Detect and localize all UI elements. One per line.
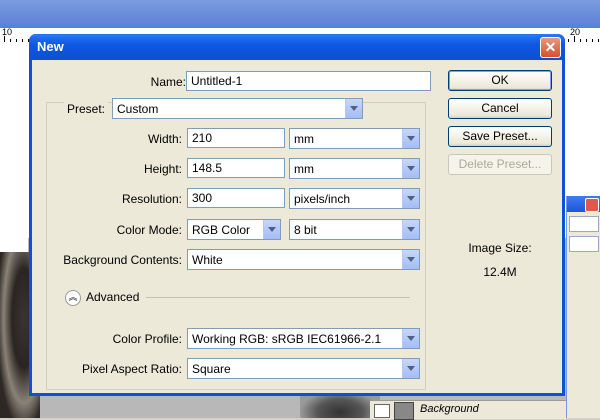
color-profile-value: Working RGB: sRGB IEC61966-2.1 xyxy=(192,332,382,346)
image-size-value: 12.4M xyxy=(483,265,517,279)
chevron-down-icon[interactable] xyxy=(402,220,419,239)
chevron-down-icon[interactable] xyxy=(345,99,362,118)
dialog-titlebar[interactable]: New ✕ xyxy=(29,34,565,60)
resolution-unit-value: pixels/inch xyxy=(294,192,351,206)
background-contents-label: Background Contents: xyxy=(63,253,182,267)
pixel-aspect-ratio-value: Square xyxy=(192,362,231,376)
collapse-advanced-icon[interactable]: ︽ xyxy=(65,290,81,306)
resolution-field[interactable]: 300 xyxy=(187,188,285,208)
name-label: Name: xyxy=(150,75,186,89)
width-unit-value: mm xyxy=(294,132,314,146)
width-label: Width: xyxy=(147,132,182,146)
preset-select[interactable]: Custom xyxy=(112,98,363,119)
background-contents-value: White xyxy=(192,253,223,267)
height-field[interactable]: 148.5 xyxy=(187,158,285,178)
layers-palette xyxy=(566,196,600,418)
image-size-label: Image Size: xyxy=(468,241,532,255)
new-document-dialog: New ✕ Name: Untitled-1 Preset: Custom Wi… xyxy=(29,34,565,396)
close-icon: ✕ xyxy=(544,39,557,55)
resolution-unit-select[interactable]: pixels/inch xyxy=(289,188,420,209)
eye-icon[interactable] xyxy=(374,404,390,418)
chevron-down-icon[interactable] xyxy=(402,250,419,269)
chevron-down-icon[interactable] xyxy=(402,189,419,208)
color-mode-select[interactable]: RGB Color xyxy=(187,219,281,240)
color-mode-label: Color Mode: xyxy=(116,223,182,237)
chevron-down-icon[interactable] xyxy=(402,329,419,348)
width-field[interactable]: 210 xyxy=(187,128,285,148)
palette-close-icon[interactable] xyxy=(585,198,599,212)
save-preset-button[interactable]: Save Preset... xyxy=(448,126,552,147)
width-unit-select[interactable]: mm xyxy=(289,128,420,149)
ok-button[interactable]: OK xyxy=(448,70,552,91)
chevron-down-icon[interactable] xyxy=(402,359,419,378)
preset-label: Preset: xyxy=(63,102,108,116)
name-field[interactable]: Untitled-1 xyxy=(186,71,431,91)
palette-field[interactable] xyxy=(569,236,599,252)
resolution-label: Resolution: xyxy=(121,192,182,206)
bit-depth-value: 8 bit xyxy=(294,223,317,237)
color-profile-label: Color Profile: xyxy=(112,332,182,346)
advanced-label[interactable]: Advanced xyxy=(86,290,139,304)
layer-name: Background xyxy=(420,403,479,415)
background-contents-select[interactable]: White xyxy=(187,249,420,270)
chevron-down-icon[interactable] xyxy=(263,220,280,239)
layer-row[interactable]: Background xyxy=(370,400,566,420)
dialog-body: Name: Untitled-1 Preset: Custom Width: 2… xyxy=(32,60,562,393)
cancel-button[interactable]: Cancel xyxy=(448,98,552,119)
chevron-down-icon[interactable] xyxy=(402,129,419,148)
color-profile-select[interactable]: Working RGB: sRGB IEC61966-2.1 xyxy=(187,328,420,349)
height-label: Height: xyxy=(143,162,182,176)
palette-field[interactable] xyxy=(569,216,599,232)
layer-thumbnail xyxy=(394,402,414,420)
chevron-down-icon[interactable] xyxy=(402,159,419,178)
color-mode-value: RGB Color xyxy=(192,223,251,237)
preset-value: Custom xyxy=(117,102,159,116)
ruler-number: 20 xyxy=(570,28,581,37)
advanced-divider xyxy=(146,297,410,298)
close-button[interactable]: ✕ xyxy=(540,37,561,58)
dialog-title: New xyxy=(37,39,64,54)
pixel-aspect-ratio-select[interactable]: Square xyxy=(187,358,420,379)
app-menu-strip xyxy=(0,0,600,28)
height-unit-select[interactable]: mm xyxy=(289,158,420,179)
bit-depth-select[interactable]: 8 bit xyxy=(289,219,420,240)
palette-titlebar xyxy=(567,196,600,212)
pixel-aspect-ratio-label: Pixel Aspect Ratio: xyxy=(81,362,182,376)
delete-preset-button[interactable]: Delete Preset... xyxy=(448,154,552,175)
height-unit-value: mm xyxy=(294,162,314,176)
